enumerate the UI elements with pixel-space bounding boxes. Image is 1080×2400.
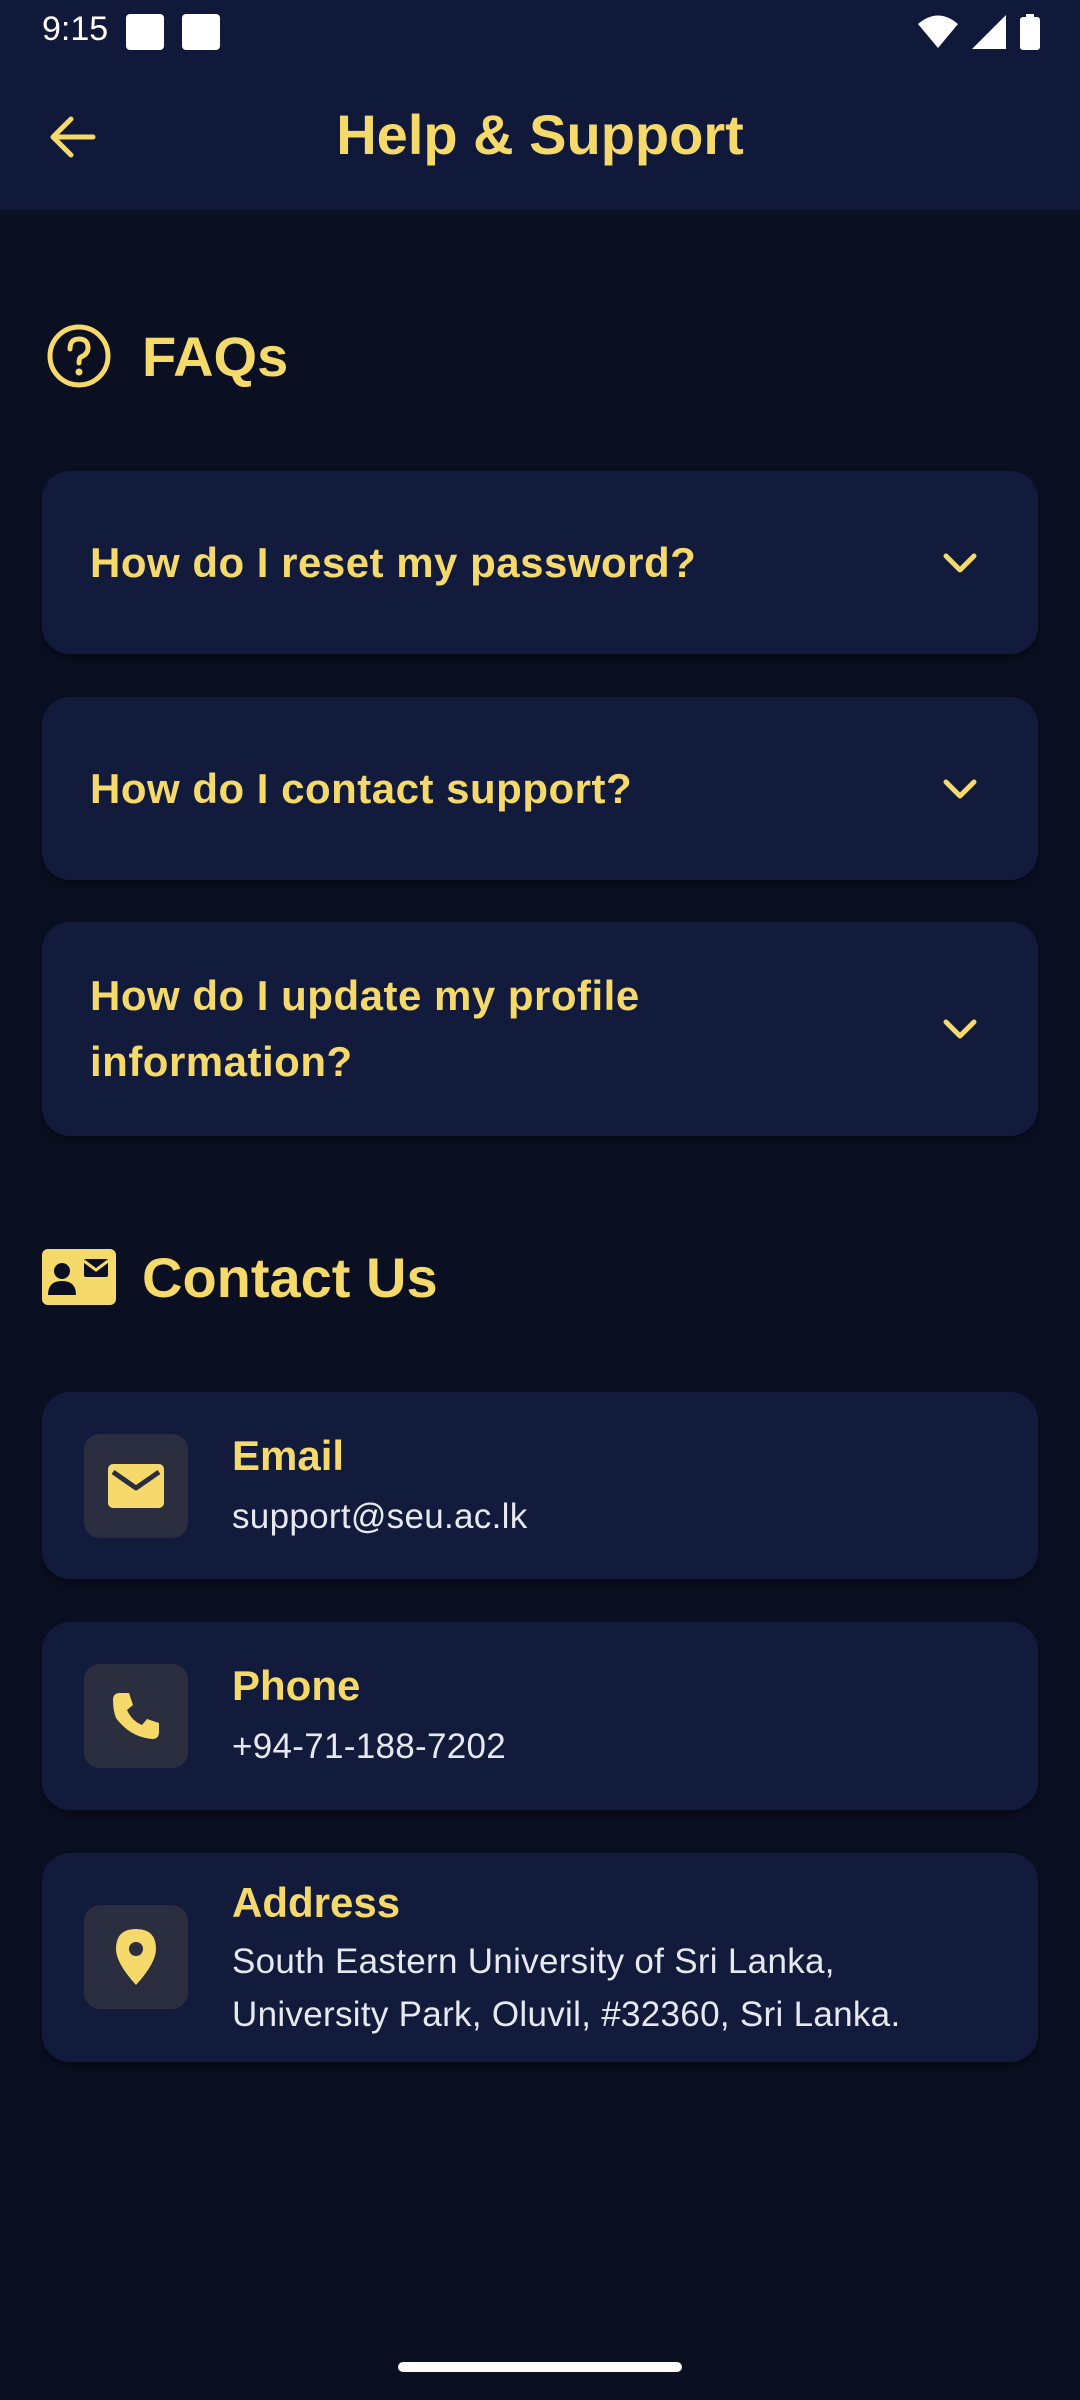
- status-time: 9:15: [42, 10, 109, 48]
- notification-icon: [126, 14, 164, 50]
- page-title: Help & Support: [336, 103, 744, 166]
- contact-value: support@seu.ac.lk: [232, 1497, 528, 1536]
- contact-label: Email: [232, 1432, 345, 1479]
- chevron-down-icon: [930, 533, 990, 593]
- faq-item[interactable]: How do I contact support?: [42, 697, 1038, 880]
- home-indicator[interactable]: [398, 2362, 682, 2372]
- chevron-down-icon: [930, 999, 990, 1059]
- contact-label: Phone: [232, 1662, 361, 1709]
- faq-question: How do I contact support?: [90, 764, 633, 812]
- contact-section-header: Contact Us: [42, 1240, 438, 1314]
- faq-question: How do I reset my password?: [90, 538, 697, 586]
- signal-icon: [972, 15, 1006, 49]
- wifi-icon: [918, 15, 958, 48]
- notification-icon: [182, 14, 220, 50]
- contact-address-card[interactable]: Address South Eastern University of Sri …: [42, 1853, 1038, 2062]
- mail-icon: [84, 1434, 188, 1538]
- phone-icon: [84, 1664, 188, 1768]
- contact-value: +94-71-188-7202: [232, 1727, 507, 1766]
- contact-section-title: Contact Us: [142, 1245, 438, 1309]
- contact-email-card[interactable]: Email support@seu.ac.lk: [42, 1392, 1038, 1579]
- help-circle-icon: [42, 319, 116, 393]
- status-bar: 9:15: [0, 0, 1080, 64]
- location-pin-icon: [84, 1905, 188, 2009]
- faq-section-header: FAQs: [42, 319, 288, 393]
- battery-icon: [1020, 14, 1040, 50]
- contact-card-icon: [42, 1240, 116, 1314]
- contact-label: Address: [232, 1879, 401, 1926]
- faq-item[interactable]: How do I reset my password?: [42, 471, 1038, 654]
- app-bar: Help & Support: [0, 64, 1080, 210]
- faq-question: How do I update my profile information?: [90, 972, 640, 1085]
- faq-section-title: FAQs: [142, 324, 289, 388]
- chevron-down-icon: [930, 759, 990, 819]
- contact-phone-card[interactable]: Phone +94-71-188-7202: [42, 1622, 1038, 1810]
- contact-value: South Eastern University of Sri Lanka, U…: [232, 1942, 901, 2034]
- faq-item[interactable]: How do I update my profile information?: [42, 922, 1038, 1136]
- status-icons: [918, 12, 1040, 52]
